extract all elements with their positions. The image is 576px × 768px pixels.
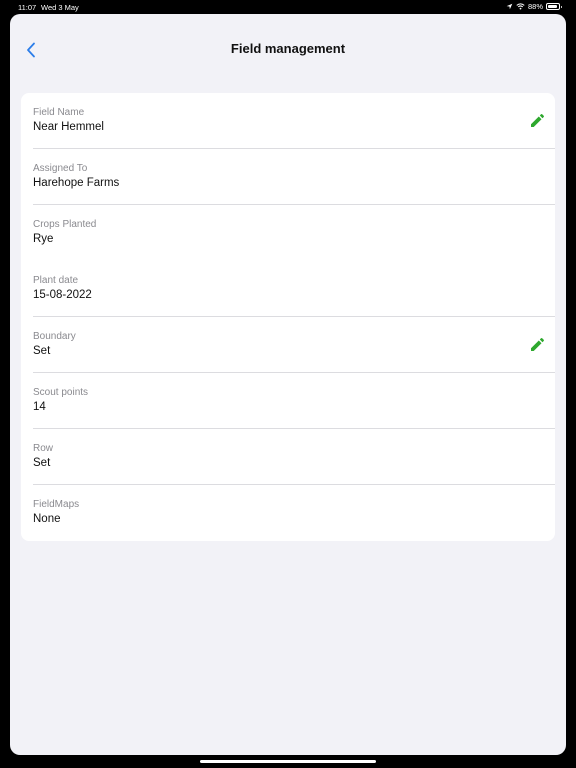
field-label: Scout points (33, 387, 89, 398)
page-title: Field management (230, 41, 346, 56)
field-row-field-name[interactable]: Field Name Near Hemmel (21, 93, 555, 149)
field-label: Assigned To (33, 163, 88, 174)
field-label: Row (33, 443, 54, 454)
battery-percent: 88% (527, 2, 543, 11)
status-date: Wed 3 May (41, 3, 79, 12)
field-label: Plant date (33, 275, 79, 286)
status-indicators: 88% (506, 2, 562, 11)
field-row-assigned-to[interactable]: Assigned To Harehope Farms (21, 149, 555, 205)
field-row-fieldmaps[interactable]: FieldMaps None (21, 485, 555, 541)
field-row-boundary[interactable]: Boundary Set (21, 317, 555, 373)
status-bar: 11:07 Wed 3 May 88% (0, 0, 576, 14)
field-details-card: Field Name Near Hemmel Assigned To Hareh… (21, 93, 555, 541)
field-label: Field Name (33, 107, 85, 118)
field-value: 15-08-2022 (33, 289, 92, 301)
field-value: Near Hemmel (33, 121, 104, 133)
field-label: Boundary (33, 331, 76, 342)
field-row-plant-date[interactable]: Plant date 15-08-2022 (21, 261, 555, 317)
field-value: Rye (33, 233, 54, 245)
home-indicator[interactable] (200, 760, 376, 763)
battery-fill (548, 5, 557, 8)
edit-pencil-icon[interactable] (529, 337, 545, 353)
field-value: Set (33, 345, 51, 357)
field-value: None (33, 513, 61, 525)
field-row-crops-planted[interactable]: Crops Planted Rye (21, 205, 555, 261)
field-row-row[interactable]: Row Set (21, 429, 555, 485)
field-management-sheet: Field management Field Name Near Hemmel … (10, 14, 566, 755)
battery-icon (546, 3, 562, 10)
field-row-scout-points[interactable]: Scout points 14 (21, 373, 555, 429)
field-value: 14 (33, 401, 46, 413)
field-value: Harehope Farms (33, 177, 120, 189)
field-value: Set (33, 457, 51, 469)
wifi-icon (516, 3, 525, 10)
status-time: 11:07 (18, 3, 37, 12)
edit-pencil-icon[interactable] (529, 113, 545, 129)
field-label: FieldMaps (33, 499, 80, 510)
location-arrow-icon (506, 3, 513, 10)
field-label: Crops Planted (33, 219, 97, 230)
